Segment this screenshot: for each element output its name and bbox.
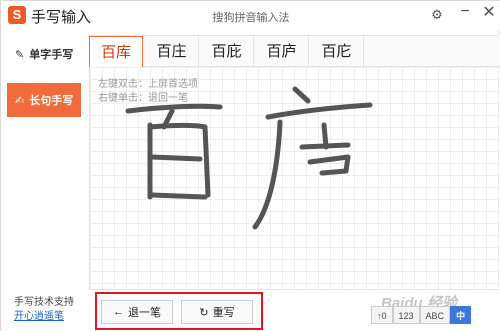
sidebar-item-long-sentence[interactable]: ✍ 长句手写 xyxy=(7,83,81,117)
pen-icon: ✎ xyxy=(15,48,25,61)
mode-numbers[interactable]: 123 xyxy=(392,306,420,324)
multi-pen-icon: ✍ xyxy=(15,94,25,107)
sidebar-item-label: 长句手写 xyxy=(29,95,74,107)
stroke xyxy=(149,154,203,162)
close-icon[interactable]: ✕ xyxy=(481,4,497,22)
gear-icon[interactable]: ⚙ xyxy=(429,6,445,24)
support-link[interactable]: 开心逍遥笔 xyxy=(14,307,64,322)
sidebar-item-single-char[interactable]: ✎ 单字手写 xyxy=(1,37,81,71)
input-mode-group: ↑0 123 ABC 中 xyxy=(371,306,472,324)
window-title: 搜狗拼音输入法 xyxy=(212,12,290,24)
minimize-icon[interactable]: − xyxy=(457,3,473,21)
candidate-1[interactable]: 百库 xyxy=(89,36,143,67)
undo-stroke-button[interactable]: ← 退一笔 xyxy=(101,300,173,324)
stroke xyxy=(321,122,329,150)
stroke xyxy=(292,86,311,104)
writing-pad[interactable]: 左键双击：上屏首选项 右键单击：退回一笔 xyxy=(89,67,500,289)
rewrite-label: 重写 xyxy=(212,307,235,319)
support-text: 手写技术支持 xyxy=(14,297,74,308)
arrow-left-icon: ← xyxy=(113,306,124,318)
candidate-5[interactable]: 百庀 xyxy=(310,36,364,67)
stroke xyxy=(252,119,283,230)
candidate-3[interactable]: 百庇 xyxy=(200,36,254,67)
refresh-icon: ↻ xyxy=(199,306,209,319)
candidate-4[interactable]: 百庐 xyxy=(255,36,309,67)
handwriting-window: S 手写输入 搜狗拼音输入法 ⚙ − ✕ ✎ 单字手写 ✍ 长句手写 手写技术支… xyxy=(0,0,500,331)
mode-chinese[interactable]: 中 xyxy=(450,306,472,324)
undo-label: 退一笔 xyxy=(128,307,161,319)
stroke xyxy=(149,192,208,200)
title-bar: S 手写输入 搜狗拼音输入法 ⚙ − ✕ xyxy=(1,1,500,31)
edit-buttons-highlight: ← 退一笔 ↻ 重写 xyxy=(95,292,263,330)
rewrite-button[interactable]: ↻ 重写 xyxy=(181,300,253,324)
candidate-bar: 百库 百庄 百庇 百庐 百庀 xyxy=(89,35,500,67)
candidate-2[interactable]: 百庄 xyxy=(145,36,199,67)
mode-toggle-punct[interactable]: ↑0 xyxy=(371,306,393,324)
mode-sidebar: ✎ 单字手写 ✍ 长句手写 手写技术支持 开心逍遥笔 xyxy=(1,31,89,331)
mode-letters[interactable]: ABC xyxy=(419,306,451,324)
handwriting-strokes xyxy=(125,86,373,230)
stroke xyxy=(265,102,373,120)
bottom-toolbar: ← 退一笔 ↻ 重写 Baidu 经验 ↑0 123 ABC 中 xyxy=(89,289,500,331)
sidebar-item-label: 单字手写 xyxy=(29,49,74,61)
stroke xyxy=(307,154,351,176)
